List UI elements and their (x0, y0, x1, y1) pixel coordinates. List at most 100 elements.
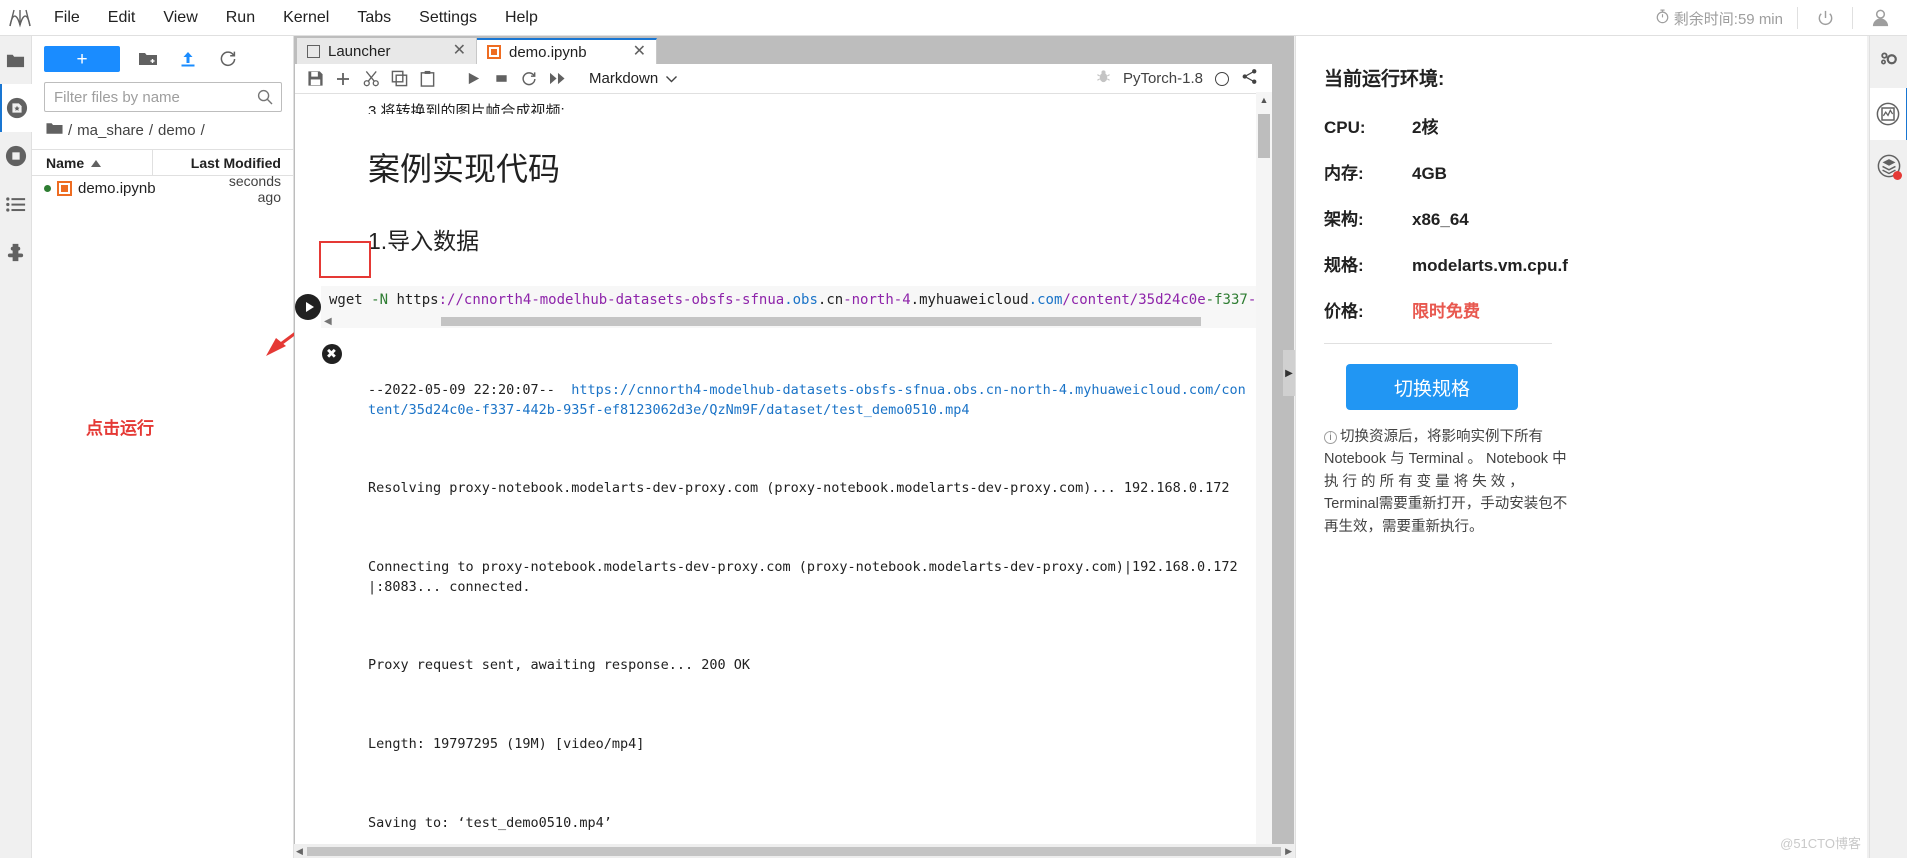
fast-forward-icon[interactable] (545, 67, 569, 91)
tab-demo-ipynb[interactable]: demo.ipynb ✕ (477, 38, 657, 64)
panel-title: 当前运行环境: (1324, 69, 1445, 90)
switch-flavor-button[interactable]: 切换规格 (1346, 364, 1518, 410)
sidebar-item-settings[interactable] (1870, 36, 1907, 88)
breadcrumb-ma_share[interactable]: ma_share (77, 122, 144, 139)
kernel-name-label[interactable]: PyTorch-1.8 (1123, 70, 1203, 87)
menu-settings[interactable]: Settings (405, 4, 491, 32)
notebook-panel: Markdown PyTorch-1.8 3.将转换到的图片帧合成视频; 案例实… (295, 64, 1272, 858)
sidebar-item-layers[interactable] (1870, 140, 1907, 192)
dock-tab-bar: Launcher ✕ demo.ipynb ✕ (294, 36, 1294, 64)
close-icon[interactable]: ✕ (453, 43, 466, 59)
run-cell-play-icon[interactable] (295, 294, 321, 320)
launcher-icon (307, 44, 320, 58)
column-header-last-modified[interactable]: Last Modified (152, 150, 293, 175)
menu-bar: File Edit View Run Kernel Tabs Settings … (0, 0, 1907, 36)
menu-help[interactable]: Help (491, 4, 552, 32)
dock-horizontal-scrollbar[interactable]: ◀ ▶ (294, 844, 1294, 858)
scroll-left-icon[interactable]: ◀ (296, 846, 303, 857)
upload-icon[interactable] (176, 47, 200, 71)
right-activity-bar (1869, 36, 1907, 858)
menu-tabs[interactable]: Tabs (343, 4, 405, 32)
scrollbar-thumb[interactable] (441, 316, 1202, 326)
stop-square-icon[interactable] (489, 67, 513, 91)
env-key-flavor: 规格: (1324, 256, 1364, 275)
restart-icon[interactable] (517, 67, 541, 91)
notification-badge (1892, 171, 1902, 180)
file-browser-panel: + Filter files by name / ma_share / demo… (32, 36, 294, 858)
sidebar-item-table-of-contents[interactable] (0, 180, 32, 228)
info-circle-icon: i (1324, 431, 1337, 444)
left-activity-bar (0, 36, 32, 858)
paste-icon[interactable] (415, 67, 439, 91)
file-name-label: demo.ipynb (78, 180, 156, 197)
share-icon[interactable] (1241, 68, 1258, 90)
breadcrumb-sep-0[interactable]: / (68, 122, 72, 139)
menu-run[interactable]: Run (212, 4, 269, 32)
right-panel-collapse-handle[interactable]: ▶ (1283, 350, 1295, 396)
breadcrumb-demo[interactable]: demo (158, 122, 196, 139)
cell-type-label: Markdown (589, 70, 659, 87)
notebook-vertical-scrollbar[interactable]: ▲ ▼ (1256, 92, 1272, 858)
column-header-name-label: Name (46, 154, 85, 171)
menu-kernel[interactable]: Kernel (269, 4, 343, 32)
jupyterlab-window: File Edit View Run Kernel Tabs Settings … (0, 0, 1907, 858)
column-header-name[interactable]: Name (32, 155, 152, 171)
menu-view[interactable]: View (149, 4, 211, 32)
menu-file[interactable]: File (40, 4, 94, 32)
markdown-partial-line: 3.将转换到的图片帧合成视频; (368, 103, 565, 114)
tab-launcher-label: Launcher (328, 42, 391, 60)
filter-files-input[interactable] (44, 82, 282, 112)
cell-type-dropdown[interactable]: Markdown (583, 70, 683, 87)
timer-label: 剩余时间:59 min (1673, 10, 1783, 28)
env-value-cpu: 2核 (1412, 118, 1439, 137)
file-list-item[interactable]: demo.ipynb seconds ago (32, 173, 293, 205)
scrollbar-thumb[interactable] (1258, 114, 1270, 158)
stopwatch-icon (1655, 8, 1670, 28)
close-icon[interactable]: ✕ (633, 44, 646, 60)
env-value-memory: 4GB (1412, 164, 1447, 183)
env-row-cpu: CPU: 2核 (1324, 113, 1837, 138)
notebook-icon (57, 181, 72, 196)
session-timer: 剩余时间:59 min (1655, 8, 1797, 29)
sidebar-item-running-sessions[interactable] (0, 84, 32, 132)
jupyter-logo-icon (0, 0, 40, 36)
env-row-price: 价格: 限时免费 (1324, 297, 1837, 322)
save-icon[interactable] (303, 67, 327, 91)
refresh-icon[interactable] (216, 47, 240, 71)
scroll-left-icon[interactable]: ◀ (324, 316, 332, 327)
copy-icon[interactable] (387, 67, 411, 91)
user-avatar-icon[interactable] (1853, 0, 1907, 36)
code-horizontal-scrollbar[interactable]: ◀ ▶ (321, 314, 1272, 328)
scrollbar-thumb[interactable] (306, 846, 1282, 856)
filter-files-container (44, 82, 282, 112)
bug-icon[interactable] (1096, 69, 1111, 89)
search-icon (257, 89, 273, 110)
folder-icon[interactable] (46, 121, 63, 140)
menu-edit[interactable]: Edit (94, 4, 150, 32)
scissors-icon[interactable] (359, 67, 383, 91)
scroll-right-icon[interactable]: ▶ (1285, 846, 1292, 857)
sidebar-item-resource-monitor[interactable] (1869, 88, 1907, 140)
new-folder-icon[interactable] (136, 47, 160, 71)
output-line: Connecting to proxy-notebook.modelarts-d… (368, 559, 1238, 595)
play-icon[interactable] (461, 67, 485, 91)
power-icon[interactable] (1798, 0, 1852, 36)
menu-bar-right: 剩余时间:59 min (1655, 0, 1907, 36)
output-stream-text: --2022-05-09 22:20:07-- https://cnnorth4… (368, 342, 1272, 858)
output-line: Saving to: ‘test_demo0510.mp4’ (368, 814, 612, 831)
code-cell: wget -N https://cnnorth4-modelhub-datase… (295, 286, 1272, 328)
kernel-status-area: PyTorch-1.8 (1096, 68, 1264, 90)
code-editor[interactable]: wget -N https://cnnorth4-modelhub-datase… (321, 286, 1272, 314)
new-launcher-button[interactable]: + (44, 46, 120, 72)
error-circle-x-icon: ✖ (321, 344, 342, 364)
scroll-up-icon[interactable]: ▲ (1256, 92, 1272, 108)
sidebar-item-file-browser[interactable] (0, 36, 32, 84)
sidebar-item-stop-kernel[interactable] (0, 132, 32, 180)
sidebar-item-extension-manager[interactable] (0, 228, 32, 276)
tab-demo-ipynb-label: demo.ipynb (509, 43, 587, 61)
env-key-arch: 架构: (1324, 210, 1364, 229)
plus-icon[interactable] (331, 67, 355, 91)
output-line: Resolving proxy-notebook.modelarts-dev-p… (368, 480, 1230, 497)
markdown-heading-1: 案例实现代码 (368, 151, 561, 187)
tab-launcher[interactable]: Launcher ✕ (297, 38, 477, 64)
